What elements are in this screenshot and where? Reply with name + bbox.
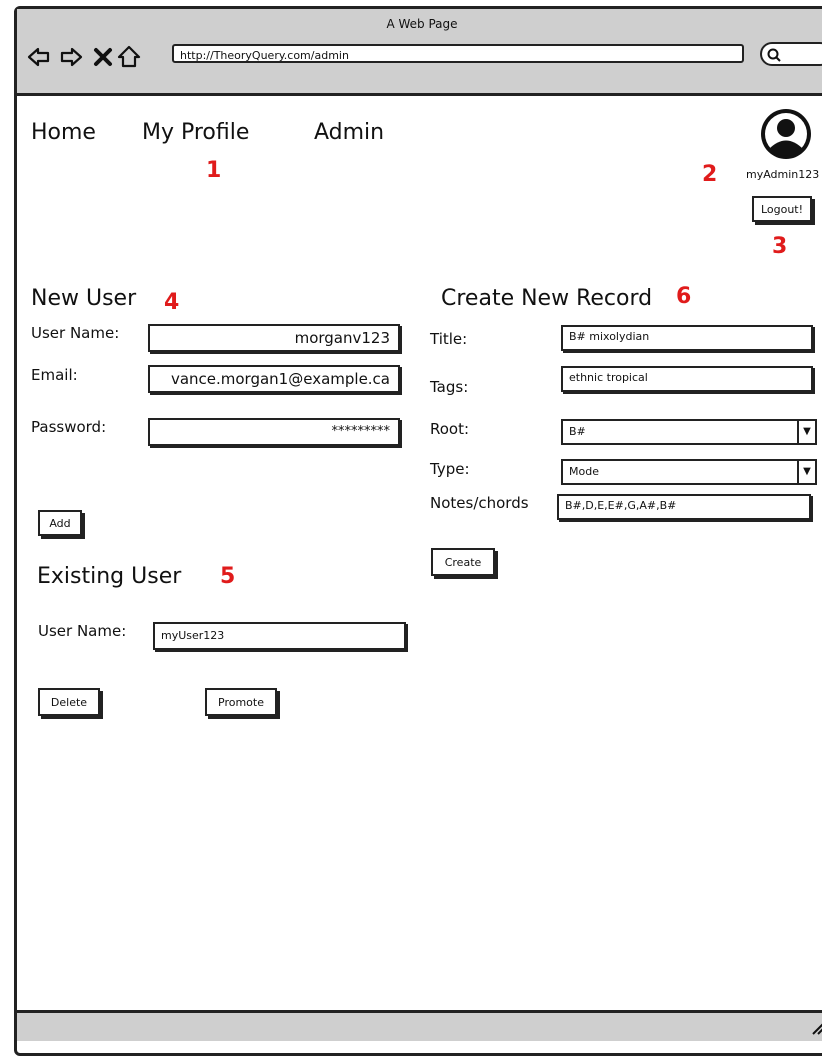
window-title: A Web Page — [386, 17, 458, 31]
annotation-2: 2 — [702, 162, 718, 187]
existing-user-username-label: User Name: — [38, 622, 127, 640]
add-user-button[interactable]: Add — [38, 510, 82, 536]
record-notes-field[interactable]: B#,D,E,E#,G,A#,B# — [557, 494, 811, 520]
promote-user-button[interactable]: Promote — [205, 688, 277, 716]
back-arrow-icon[interactable] — [27, 45, 51, 69]
new-user-username-field[interactable]: morganv123 — [148, 324, 400, 352]
annotation-3: 3 — [772, 234, 788, 259]
search-icon — [767, 48, 781, 62]
chevron-down-icon[interactable]: ▼ — [797, 461, 815, 483]
record-root-value: B# — [569, 425, 586, 438]
existing-user-username-field[interactable]: myUser123 — [153, 622, 406, 650]
delete-user-button[interactable]: Delete — [38, 688, 100, 716]
new-user-title: New User — [31, 286, 137, 311]
create-record-title: Create New Record — [441, 286, 653, 311]
record-title-field[interactable]: B# mixolydian — [561, 325, 813, 351]
new-user-username-label: User Name: — [31, 324, 120, 342]
annotation-6: 6 — [676, 284, 692, 309]
annotation-4: 4 — [164, 290, 180, 315]
browser-search-field[interactable] — [760, 42, 822, 66]
record-type-label: Type: — [430, 460, 470, 478]
nav-admin[interactable]: Admin — [314, 120, 384, 145]
annotation-5: 5 — [220, 564, 236, 589]
nav-home[interactable]: Home — [31, 120, 96, 145]
stop-icon[interactable] — [91, 45, 115, 69]
account-username: myAdmin123 — [746, 168, 820, 181]
avatar-icon[interactable] — [760, 108, 812, 160]
forward-arrow-icon[interactable] — [59, 45, 83, 69]
browser-toolbar: A Web Page http://TheoryQuery.com/admin — [17, 9, 822, 96]
create-record-button[interactable]: Create — [431, 548, 495, 576]
new-user-password-label: Password: — [31, 418, 107, 436]
new-user-email-field[interactable]: vance.morgan1@example.ca — [148, 365, 400, 393]
chevron-down-icon[interactable]: ▼ — [797, 421, 815, 443]
record-type-value: Mode — [569, 465, 599, 478]
record-tags-label: Tags: — [430, 378, 469, 396]
new-user-password-field[interactable]: ********* — [148, 418, 400, 446]
record-title-label: Title: — [430, 330, 468, 348]
home-icon[interactable] — [117, 45, 141, 69]
browser-window — [14, 6, 822, 1056]
logout-button[interactable]: Logout! — [752, 196, 812, 222]
url-bar[interactable]: http://TheoryQuery.com/admin — [172, 44, 744, 63]
record-notes-label: Notes/chords — [430, 494, 529, 512]
resize-grip-icon[interactable] — [809, 1019, 822, 1035]
record-type-select[interactable]: Mode ▼ — [561, 459, 817, 485]
record-tags-field[interactable]: ethnic tropical — [561, 366, 813, 392]
record-root-select[interactable]: B# ▼ — [561, 419, 817, 445]
browser-status-bar — [17, 1010, 822, 1041]
annotation-1: 1 — [206, 158, 222, 183]
existing-user-title: Existing User — [37, 564, 182, 589]
nav-my-profile[interactable]: My Profile — [142, 120, 249, 145]
record-root-label: Root: — [430, 420, 470, 438]
new-user-email-label: Email: — [31, 366, 78, 384]
